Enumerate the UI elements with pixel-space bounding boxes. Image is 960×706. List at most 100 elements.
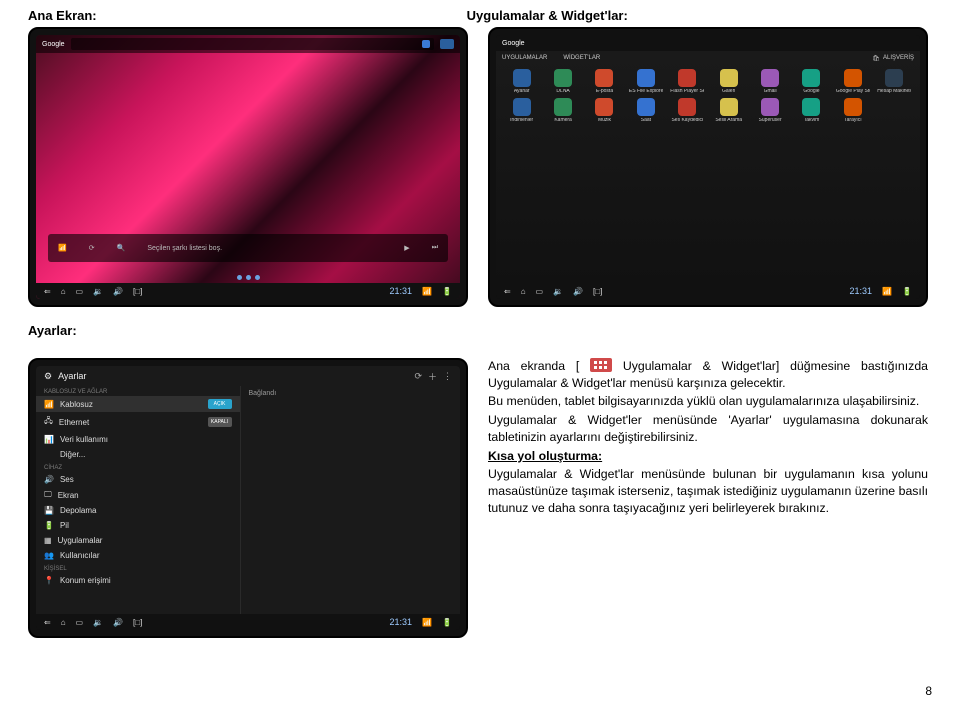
row-display[interactable]: 🖵Ekran: [36, 487, 240, 503]
screenshot-icon[interactable]: [□]: [593, 287, 602, 296]
settings-mock: ⚙ Ayarlar ⟳ ＋ ⋮ KABLOSUZ VE AĞLAR 📶 Kabl…: [28, 358, 468, 638]
home-icon[interactable]: ⌂: [61, 618, 66, 627]
app-google-play-stor[interactable]: Google Play Stor: [833, 69, 872, 94]
apps-grid: Ayarlar DLNA E-postaES File Explorer Flash …: [496, 65, 920, 127]
battery-icon: 🔋: [442, 287, 452, 296]
vol-up-icon[interactable]: 🔊: [113, 618, 123, 627]
back-icon[interactable]: ⇐: [44, 287, 51, 296]
app-flash-player-se[interactable]: Flash Player Se: [668, 69, 707, 94]
vol-down-icon[interactable]: 🔉: [93, 618, 103, 627]
ethernet-icon: 🖧: [44, 415, 53, 429]
battery-icon: 🔋: [44, 521, 54, 530]
search-input[interactable]: [71, 38, 434, 50]
sound-icon: 🔊: [44, 475, 54, 484]
apps-drawer-icon[interactable]: [440, 39, 454, 49]
row-ethernet[interactable]: 🖧 Ethernet KAPALI: [36, 412, 240, 432]
app-google[interactable]: Google: [792, 69, 831, 94]
app-i-ndirilenler[interactable]: İndirilenler: [502, 98, 541, 123]
vol-down-icon[interactable]: 🔉: [553, 287, 563, 296]
row-storage[interactable]: 💾Depolama: [36, 503, 240, 518]
tab-apps[interactable]: UYGULAMALAR: [502, 55, 547, 61]
scan-icon[interactable]: ⟳: [414, 371, 422, 382]
app-label: Google: [803, 89, 819, 94]
row-apps[interactable]: ▦Uygulamalar: [36, 533, 240, 548]
app-superuser[interactable]: Superuser: [750, 98, 789, 123]
app-galeri[interactable]: Galeri: [709, 69, 748, 94]
app-gmail[interactable]: Gmail: [750, 69, 789, 94]
app-label: Tarayıcı: [844, 118, 862, 123]
screenshot-icon[interactable]: [□]: [133, 618, 142, 627]
eth-toggle[interactable]: KAPALI: [208, 417, 232, 427]
next-icon[interactable]: ⏭: [432, 244, 438, 252]
app-es-file-explorer[interactable]: ES File Explorer: [626, 69, 665, 94]
app-label: Saat: [641, 118, 651, 123]
vol-up-icon[interactable]: 🔊: [573, 287, 583, 296]
app-drawer-mock: Google UYGULAMALAR WİDGET'LAR 🛍ALIŞVERİŞ…: [488, 27, 928, 307]
app-icon: [637, 98, 655, 116]
google-label: Google: [42, 41, 65, 48]
home-icon[interactable]: ⌂: [521, 287, 526, 296]
app-label: Kamera: [554, 118, 572, 123]
data-icon: 📊: [44, 435, 54, 444]
recents-icon[interactable]: ▭: [76, 287, 84, 296]
wifi-status-icon: 📶: [422, 287, 432, 296]
add-icon[interactable]: ＋: [428, 370, 437, 383]
display-icon: 🖵: [44, 490, 52, 500]
home-icon[interactable]: ⌂: [61, 287, 66, 296]
app-label: Ayarlar: [514, 89, 530, 94]
app-icon: [513, 98, 531, 116]
app-saat[interactable]: Saat: [626, 98, 665, 123]
app-kamera[interactable]: Kamera: [543, 98, 582, 123]
category-pers: KİŞİSEL: [36, 563, 240, 573]
settings-icon: ⚙: [44, 371, 52, 382]
screenshot-icon[interactable]: [□]: [133, 287, 142, 296]
search-bar[interactable]: Google: [36, 35, 460, 53]
app-label: Galeri: [722, 89, 735, 94]
app-ses-kaydedici[interactable]: Ses Kaydedici: [668, 98, 707, 123]
play-icon[interactable]: ▶: [404, 244, 409, 252]
music-widget[interactable]: 📶 ⟳ 🔍 Seçilen şarkı listesi boş. ▶ ⏭: [48, 234, 448, 262]
app-label: DLNA: [556, 89, 569, 94]
clock: 21:31: [390, 617, 413, 627]
app-icon: [637, 69, 655, 87]
shop-link[interactable]: 🛍ALIŞVERİŞ: [872, 55, 914, 62]
row-wifi[interactable]: 📶 Kablosuz AÇIK: [36, 396, 240, 412]
wifi-toggle[interactable]: AÇIK: [208, 399, 232, 409]
app-label: Takvim: [804, 118, 820, 123]
row-location[interactable]: 📍Konum erişimi: [36, 573, 240, 588]
app-sesli-arama[interactable]: Sesli Arama: [709, 98, 748, 123]
row-data[interactable]: 📊Veri kullanımı: [36, 432, 240, 447]
wifi-connected: Bağlandı: [249, 390, 453, 397]
app-label: Gmail: [764, 89, 777, 94]
app-ayarlar[interactable]: Ayarlar: [502, 69, 541, 94]
settings-title: Ayarlar: [58, 371, 86, 381]
app-taray-c-[interactable]: Tarayıcı: [833, 98, 872, 123]
row-more[interactable]: Diğer...: [36, 447, 240, 462]
app-label: Flash Player Se: [670, 89, 704, 94]
app-takvim[interactable]: Takvim: [792, 98, 831, 123]
vol-down-icon[interactable]: 🔉: [93, 287, 103, 296]
app-hesap-makinesi[interactable]: Hesap Makinesi: [875, 69, 914, 94]
app-label: Google Play Stor: [836, 89, 870, 94]
row-sound[interactable]: 🔊Ses: [36, 472, 240, 487]
recents-icon[interactable]: ▭: [536, 287, 544, 296]
back-icon[interactable]: ⇐: [504, 287, 511, 296]
voice-icon[interactable]: [422, 40, 430, 48]
app-icon: [678, 69, 696, 87]
bag-icon: 🛍: [872, 55, 880, 62]
row-users[interactable]: 👥Kullanıcılar: [36, 548, 240, 563]
overflow-icon[interactable]: ⋮: [443, 371, 452, 382]
app-icon: [720, 98, 738, 116]
vol-up-icon[interactable]: 🔊: [113, 287, 123, 296]
app-label: Ses Kaydedici: [671, 118, 703, 123]
app-dlna[interactable]: DLNA: [543, 69, 582, 94]
row-battery[interactable]: 🔋Pil: [36, 518, 240, 533]
recents-icon[interactable]: ▭: [76, 618, 84, 627]
back-icon[interactable]: ⇐: [44, 618, 51, 627]
page-number: 8: [925, 684, 932, 698]
category-dev: CİHAZ: [36, 462, 240, 472]
app-m-zik[interactable]: Müzik: [585, 98, 624, 123]
tab-widgets[interactable]: WİDGET'LAR: [563, 55, 600, 61]
music-empty-text: Seçilen şarkı listesi boş.: [147, 245, 382, 252]
app-e-posta[interactable]: E-posta: [585, 69, 624, 94]
